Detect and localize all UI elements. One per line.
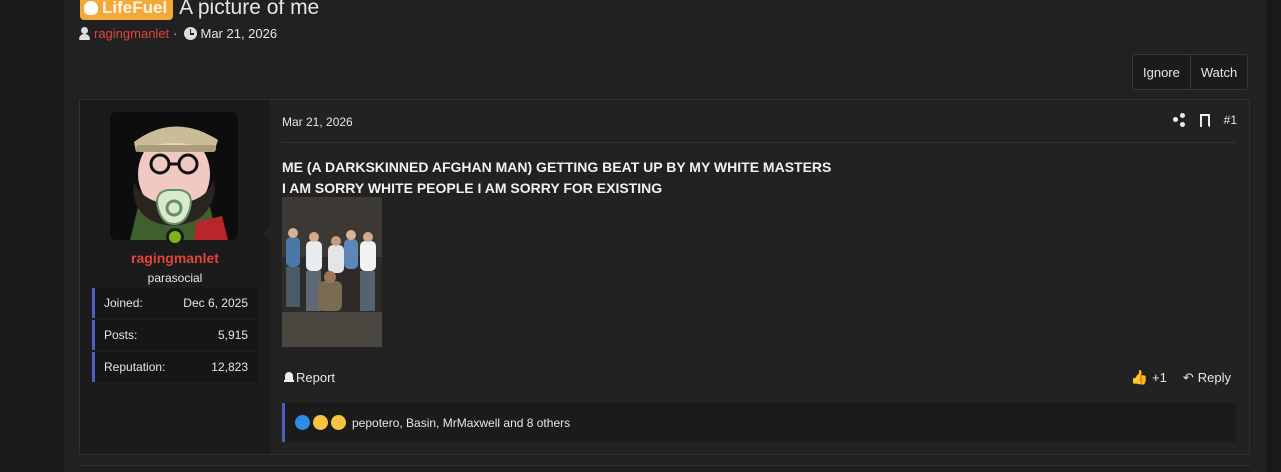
share-icon[interactable]: [1172, 113, 1186, 127]
stat-value[interactable]: 5,915: [218, 328, 248, 342]
avatar[interactable]: [110, 112, 238, 240]
reply-label: Reply: [1197, 370, 1231, 385]
stat-label: Posts:: [104, 328, 138, 342]
online-status-indicator: [166, 228, 184, 246]
post-number[interactable]: #1: [1224, 113, 1237, 127]
stat-reputation: Reputation: 12,823: [92, 352, 258, 382]
clock-icon: [183, 27, 197, 40]
thread-date[interactable]: Mar 21, 2026: [201, 26, 278, 41]
post-message: ME (A DARKSKINNED AFGHAN MAN) GETTING BE…: [282, 157, 831, 199]
post-user-panel: ragingmanlet parasocial Joined: Dec 6, 2…: [80, 100, 270, 454]
post-header-actions: #1: [1172, 113, 1237, 127]
stat-value: Dec 6, 2025: [183, 296, 248, 310]
reply-button[interactable]: ↶ Reply: [1183, 369, 1231, 386]
bookmark-icon[interactable]: [1199, 113, 1210, 127]
thumbs-up-icon: 👍: [1130, 369, 1149, 385]
post-message-line: I AM SORRY WHITE PEOPLE I AM SORRY FOR E…: [282, 180, 663, 196]
thinking-reaction-icon: [331, 415, 346, 430]
post-body: Mar 21, 2026 #1 ME (A DARKSKINNED AFGHAN…: [270, 100, 1249, 454]
lightbulb-icon: [84, 1, 98, 15]
thread-meta: ragingmanlet · Mar 21, 2026: [79, 26, 277, 41]
user-icon: [79, 27, 90, 40]
report-button[interactable]: Report: [284, 370, 335, 385]
stat-value: 12,823: [211, 360, 248, 374]
bell-icon: [284, 372, 294, 383]
lifefuel-prefix-badge[interactable]: LifeFuel: [80, 0, 174, 20]
prefix-label: LifeFuel: [102, 0, 168, 17]
post-image[interactable]: [282, 197, 382, 347]
meta-separator: ·: [173, 26, 178, 41]
like-reaction-icon: [295, 415, 310, 430]
report-label: Report: [296, 370, 336, 385]
page-gutter-right: [1266, 0, 1281, 472]
like-button[interactable]: 👍 +1: [1131, 369, 1167, 386]
post-footer-actions: 👍 +1 ↶ Reply: [1131, 369, 1231, 386]
reply-arrow-icon: ↶: [1182, 369, 1194, 385]
laugh-reaction-icon: [313, 415, 328, 430]
ignore-button[interactable]: Ignore: [1133, 55, 1190, 89]
thread-author-link[interactable]: ragingmanlet: [94, 26, 169, 41]
stat-label: Joined:: [104, 296, 143, 310]
thread-action-buttons: Ignore Watch: [1132, 54, 1249, 90]
next-post-edge: [79, 465, 1250, 472]
post-username[interactable]: ragingmanlet: [80, 250, 270, 266]
watch-button[interactable]: Watch: [1189, 55, 1247, 89]
like-count: +1: [1152, 370, 1167, 385]
reactions-bar[interactable]: pepotero, Basin, MrMaxwell and 8 others: [282, 403, 1236, 442]
stat-joined: Joined: Dec 6, 2025: [92, 288, 258, 318]
stat-posts: Posts: 5,915: [92, 320, 258, 350]
user-title: parasocial: [147, 271, 203, 285]
thread-title: LifeFuel A picture of me: [80, 0, 319, 22]
post-header-divider: [282, 142, 1236, 143]
post-date[interactable]: Mar 21, 2026: [282, 115, 353, 129]
reactions-list[interactable]: pepotero, Basin, MrMaxwell and 8 others: [352, 416, 570, 430]
thread-title-text: A picture of me: [179, 0, 320, 19]
post-container: ragingmanlet parasocial Joined: Dec 6, 2…: [79, 99, 1250, 455]
stat-label: Reputation:: [104, 360, 166, 374]
post-message-line: ME (A DARKSKINNED AFGHAN MAN) GETTING BE…: [282, 159, 832, 175]
user-stats: Joined: Dec 6, 2025 Posts: 5,915 Reputat…: [92, 288, 258, 384]
page-gutter-left: [0, 0, 64, 472]
